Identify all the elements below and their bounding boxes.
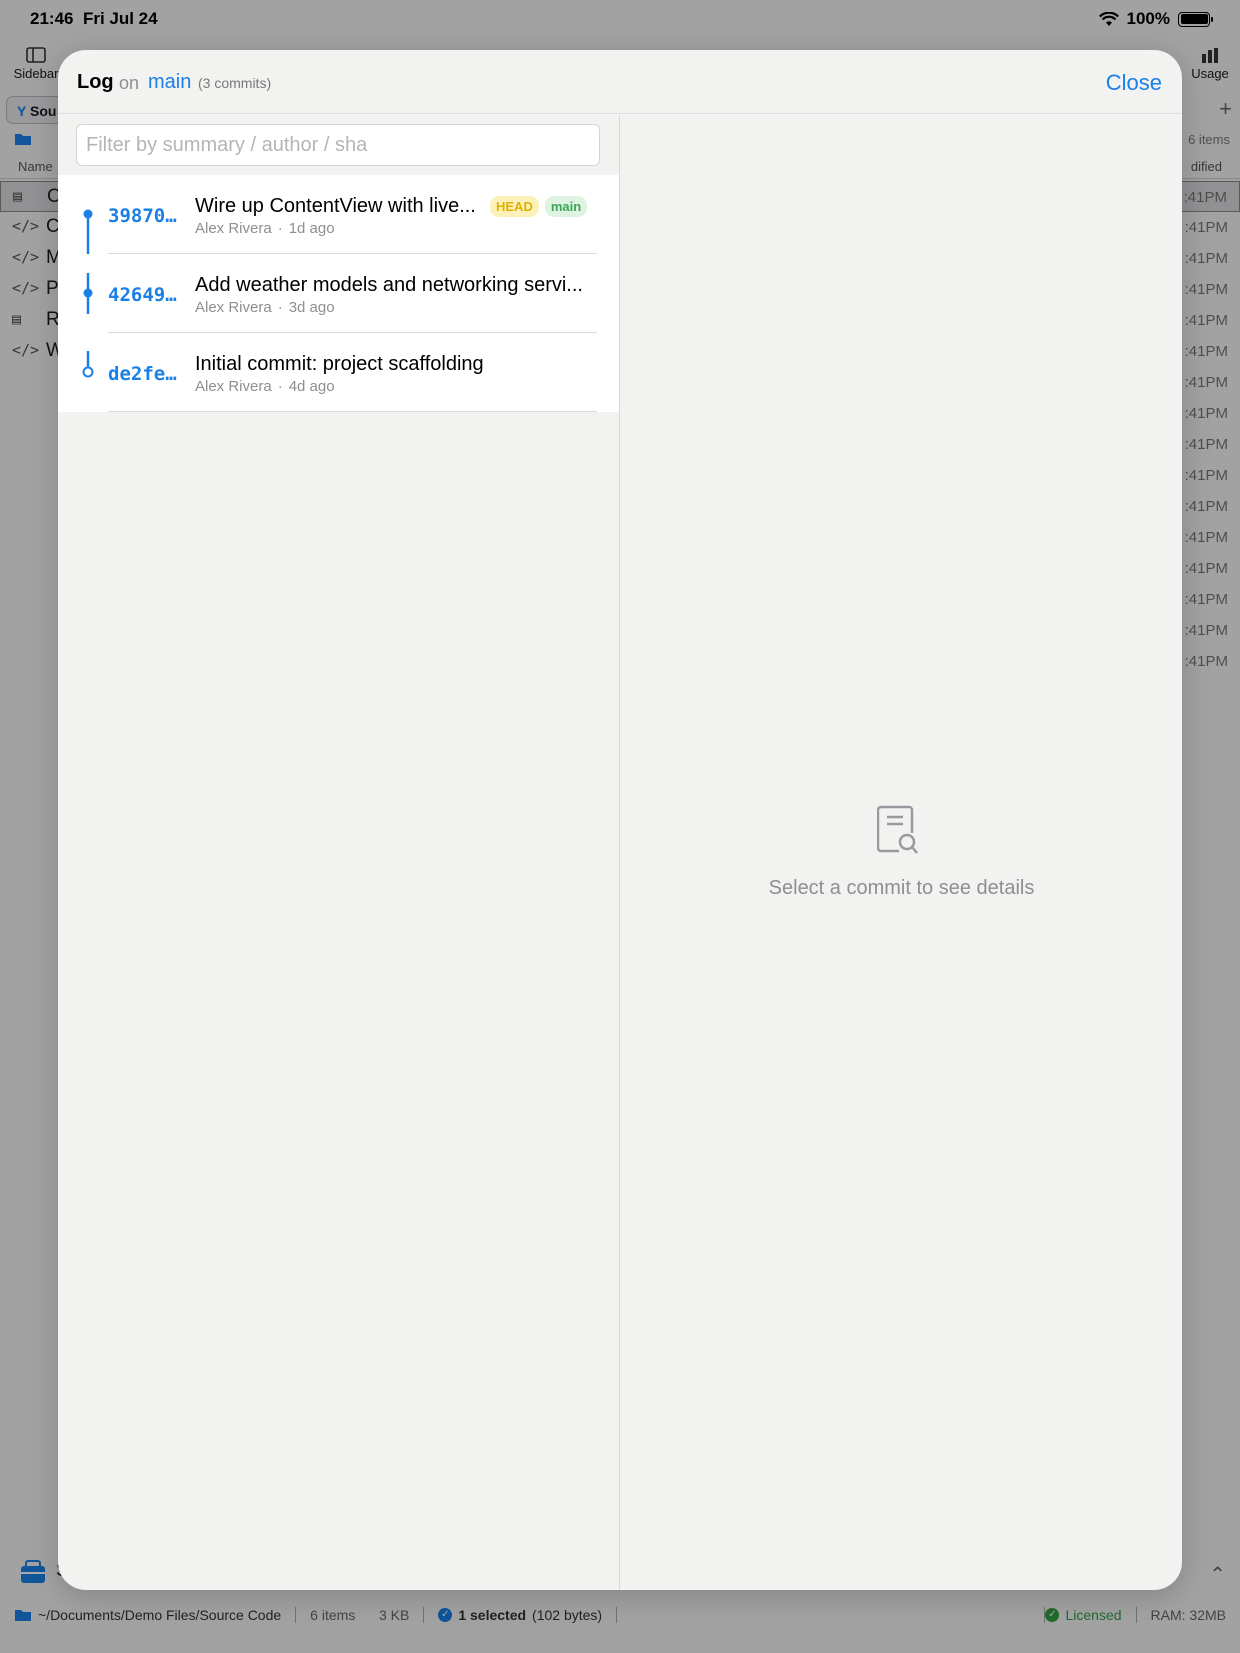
graph-node-icon <box>83 273 93 314</box>
commit-row[interactable]: de2fe… Initial commit: project scaffoldi… <box>58 333 619 412</box>
commit-detail-pane: Select a commit to see details <box>621 115 1182 1590</box>
row-divider <box>108 411 597 412</box>
on-label: on <box>119 73 140 93</box>
branch-name[interactable]: main <box>148 71 191 94</box>
commit-sha: 39870… <box>108 205 177 227</box>
commit-summary: Add weather models and networking servi.… <box>195 274 583 296</box>
commit-list: 39870… Wire up ContentView with live... … <box>58 175 619 412</box>
log-sheet: Log on main (3 commits) Close 39870… Wir… <box>58 50 1182 1590</box>
commit-summary: Initial commit: project scaffolding <box>195 353 484 375</box>
commit-author: Alex Rivera <box>195 378 272 395</box>
commit-author: Alex Rivera <box>195 299 272 316</box>
commit-list-pane: 39870… Wire up ContentView with live... … <box>58 115 620 1590</box>
empty-state-message: Select a commit to see details <box>768 877 1035 899</box>
graph-node-icon <box>82 351 94 378</box>
branch-badge: main <box>544 196 588 217</box>
commit-sha: de2fe… <box>108 363 177 385</box>
commit-age: 1d ago <box>288 220 335 237</box>
head-badge: HEAD <box>490 196 539 217</box>
sheet-title: Log <box>77 71 114 93</box>
filter-input[interactable] <box>77 125 599 165</box>
commit-meta: Alex Rivera · 1d ago <box>195 220 335 237</box>
graph-node-icon <box>83 209 93 254</box>
ref-badges: HEAD main <box>490 196 588 217</box>
commit-meta: Alex Rivera · 3d ago <box>195 299 335 316</box>
document-search-icon <box>877 805 918 854</box>
commit-sha: 42649… <box>108 284 177 306</box>
commit-row[interactable]: 39870… Wire up ContentView with live... … <box>58 175 619 254</box>
sheet-header: Log on main (3 commits) Close <box>58 50 1182 114</box>
commit-age: 4d ago <box>288 378 335 395</box>
filter-field <box>76 124 600 166</box>
commit-age: 3d ago <box>288 299 335 316</box>
commit-meta: Alex Rivera · 4d ago <box>195 378 335 395</box>
close-button[interactable]: Close <box>1106 70 1162 96</box>
commit-row[interactable]: 42649… Add weather models and networking… <box>58 254 619 333</box>
commit-count: (3 commits) <box>198 75 272 91</box>
commit-author: Alex Rivera <box>195 220 272 237</box>
commit-summary: Wire up ContentView with live... <box>195 195 476 217</box>
